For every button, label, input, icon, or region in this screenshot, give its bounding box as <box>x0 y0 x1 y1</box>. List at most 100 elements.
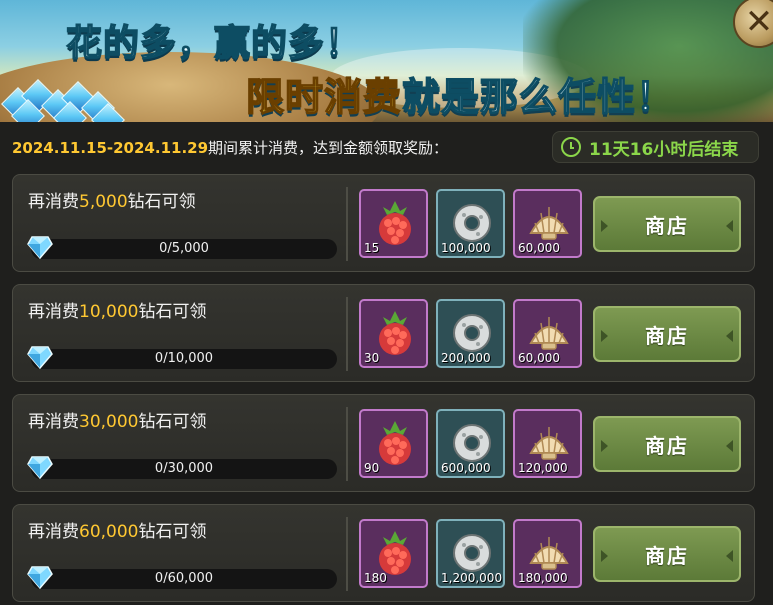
progress-bar: 0/10,000 <box>31 349 337 369</box>
reward-slot-seashell[interactable]: 60,000 <box>513 299 582 368</box>
banner-title-highlight: 限时消费 <box>245 74 403 120</box>
row-divider <box>346 297 348 371</box>
clock-icon <box>561 137 581 157</box>
reward-quantity: 200,000 <box>441 351 491 365</box>
arrow-right-icon <box>726 220 733 232</box>
reward-quantity: 30 <box>364 351 380 365</box>
progress-text: 0/30,000 <box>154 461 214 476</box>
shop-button-label: 商店 <box>645 543 689 568</box>
arrow-left-icon <box>601 550 608 562</box>
raspberry-icon <box>379 201 411 245</box>
tier-label-prefix: 再消费 <box>28 412 79 432</box>
row-divider <box>346 407 348 481</box>
banner-title-rest: 就是那么任性！ <box>401 74 676 120</box>
reward-slot-stone-ring[interactable]: 200,000 <box>436 299 505 368</box>
diamond-icon <box>27 346 53 369</box>
tier-label-suffix: 钻石可领 <box>138 522 207 542</box>
tier-row: 再消费5,000钻石可领 0/5,000 15 100,000 60,000 商… <box>12 174 755 272</box>
reward-quantity: 60,000 <box>518 241 560 255</box>
stone-ring-icon <box>453 314 491 352</box>
reward-quantity: 60,000 <box>518 351 560 365</box>
raspberry-icon <box>379 311 411 355</box>
progress-text: 0/5,000 <box>159 241 209 256</box>
tier-requirement: 再消费30,000钻石可领 <box>28 407 206 432</box>
reward-slot-seashell[interactable]: 180,000 <box>513 519 582 588</box>
tier-amount: 30,000 <box>79 412 139 432</box>
tier-row: 再消费30,000钻石可领 0/30,000 90 600,000 120,00… <box>12 394 755 492</box>
arrow-left-icon <box>601 440 608 452</box>
shop-button[interactable]: 商店 <box>593 196 741 252</box>
arrow-right-icon <box>726 330 733 342</box>
shop-button-label: 商店 <box>645 323 689 348</box>
stone-ring-icon <box>453 424 491 462</box>
banner-title-line2: 限时消费就是那么任性！ <box>245 66 676 121</box>
row-divider <box>346 517 348 591</box>
reward-quantity: 180,000 <box>518 571 568 585</box>
tier-label-prefix: 再消费 <box>28 192 79 212</box>
reward-slot-seashell[interactable]: 120,000 <box>513 409 582 478</box>
tier-requirement: 再消费5,000钻石可领 <box>28 187 196 212</box>
reward-slot-raspberry[interactable]: 180 <box>359 519 428 588</box>
stone-ring-icon <box>453 204 491 242</box>
reward-slot-raspberry[interactable]: 90 <box>359 409 428 478</box>
progress-bar: 0/30,000 <box>31 459 337 479</box>
reward-quantity: 120,000 <box>518 461 568 475</box>
raspberry-icon <box>379 421 411 465</box>
progress-bar: 0/60,000 <box>31 569 337 589</box>
arrow-right-icon <box>726 440 733 452</box>
period-description: 期间累计消费，达到金额领取奖励： <box>208 139 449 157</box>
stone-ring-icon <box>453 534 491 572</box>
row-divider <box>346 187 348 261</box>
tier-label-prefix: 再消费 <box>28 302 79 322</box>
shop-button[interactable]: 商店 <box>593 526 741 582</box>
reward-quantity: 1,200,000 <box>441 571 503 585</box>
reward-slot-stone-ring[interactable]: 600,000 <box>436 409 505 478</box>
event-banner: 花的多，赢的多！ 限时消费就是那么任性！ <box>0 0 773 122</box>
tier-label-suffix: 钻石可领 <box>138 412 207 432</box>
tier-row: 再消费10,000钻石可领 0/10,000 30 200,000 60,000… <box>12 284 755 382</box>
banner-title-line1: 花的多，赢的多！ <box>65 22 363 65</box>
reward-quantity: 600,000 <box>441 461 491 475</box>
progress-text: 0/10,000 <box>154 351 214 366</box>
arrow-left-icon <box>601 220 608 232</box>
tier-amount: 60,000 <box>79 522 139 542</box>
arrow-right-icon <box>726 550 733 562</box>
shop-button-label: 商店 <box>645 433 689 458</box>
raspberry-icon <box>379 531 411 575</box>
reward-slot-raspberry[interactable]: 30 <box>359 299 428 368</box>
shop-button[interactable]: 商店 <box>593 416 741 472</box>
tier-row: 再消费60,000钻石可领 0/60,000 180 1,200,000 180… <box>12 504 755 602</box>
timer-text: 11天16小时后结束 <box>589 139 739 160</box>
tier-label-suffix: 钻石可领 <box>127 192 196 212</box>
reward-quantity: 100,000 <box>441 241 491 255</box>
reward-quantity: 15 <box>364 241 380 255</box>
progress-text: 0/60,000 <box>154 571 214 586</box>
period-dates: 2024.11.15-2024.11.29 <box>12 139 209 157</box>
reward-quantity: 90 <box>364 461 380 475</box>
tier-amount: 5,000 <box>79 192 128 212</box>
shop-button-label: 商店 <box>645 213 689 238</box>
tier-requirement: 再消费10,000钻石可领 <box>28 297 206 322</box>
shop-button[interactable]: 商店 <box>593 306 741 362</box>
seashell-icon <box>529 317 569 350</box>
diamond-icon <box>27 236 53 259</box>
seashell-icon <box>529 207 569 240</box>
reward-slot-stone-ring[interactable]: 100,000 <box>436 189 505 258</box>
tier-label-prefix: 再消费 <box>28 522 79 542</box>
progress-bar: 0/5,000 <box>31 239 337 259</box>
reward-slot-seashell[interactable]: 60,000 <box>513 189 582 258</box>
reward-quantity: 180 <box>364 571 387 585</box>
reward-slot-stone-ring[interactable]: 1,200,000 <box>436 519 505 588</box>
diamond-pile-icon <box>0 72 125 122</box>
arrow-left-icon <box>601 330 608 342</box>
diamond-icon <box>27 456 53 479</box>
reward-slot-raspberry[interactable]: 15 <box>359 189 428 258</box>
event-period: 2024.11.15-2024.11.29期间累计消费，达到金额领取奖励： <box>12 137 448 158</box>
diamond-icon <box>27 566 53 589</box>
tier-label-suffix: 钻石可领 <box>138 302 207 322</box>
tier-amount: 10,000 <box>79 302 139 322</box>
tier-requirement: 再消费60,000钻石可领 <box>28 517 206 542</box>
countdown-timer: 11天16小时后结束 <box>552 131 759 163</box>
seashell-icon <box>529 427 569 460</box>
seashell-icon <box>529 537 569 570</box>
